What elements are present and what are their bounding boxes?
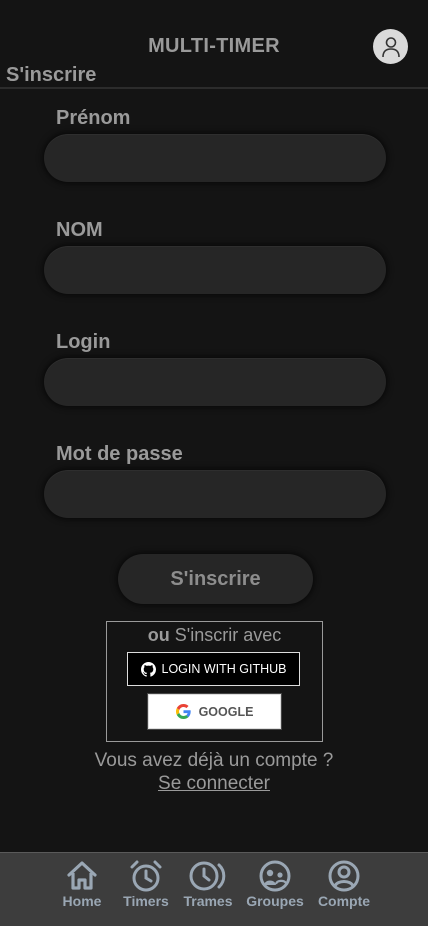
- password-input[interactable]: [44, 470, 386, 518]
- bottom-nav: Home Timers Trames Groupes Compte: [0, 852, 428, 926]
- lastname-input[interactable]: [44, 246, 386, 294]
- oauth-panel: ou S'inscrir avec LOGIN WITH GITHUB GOOG…: [106, 621, 323, 742]
- nav-timers-label: Timers: [123, 893, 169, 909]
- page-title: S'inscrire: [6, 64, 97, 86]
- firstname-input[interactable]: [44, 134, 386, 182]
- nav-groupes[interactable]: Groupes: [240, 859, 310, 909]
- nav-home[interactable]: Home: [47, 859, 117, 909]
- user-icon: [381, 36, 400, 57]
- oauth-title-text: S'inscrir avec: [169, 625, 282, 645]
- google-login-button[interactable]: GOOGLE: [147, 693, 282, 730]
- login-link[interactable]: Se connecter: [0, 773, 428, 795]
- history-icon: [189, 861, 226, 891]
- oauth-title: ou S'inscrir avec: [107, 625, 322, 646]
- nav-timers[interactable]: Timers: [111, 859, 181, 909]
- password-label: Mot de passe: [56, 443, 183, 465]
- login-label: Login: [56, 331, 111, 353]
- nav-compte[interactable]: Compte: [309, 859, 379, 909]
- login-input[interactable]: [44, 358, 386, 406]
- avatar-button[interactable]: [373, 29, 408, 64]
- already-account-text: Vous avez déjà un compte ?: [94, 750, 334, 771]
- github-login-button[interactable]: LOGIN WITH GITHUB: [127, 652, 300, 686]
- signup-submit-button[interactable]: S'inscrire: [118, 554, 313, 604]
- nav-trames[interactable]: Trames: [173, 859, 243, 909]
- nav-groupes-label: Groupes: [246, 893, 304, 909]
- home-icon: [67, 861, 97, 890]
- account-icon: [328, 860, 360, 892]
- alarm-clock-icon: [130, 860, 162, 892]
- header-bar: MULTI-TIMER S'inscrire: [0, 0, 428, 89]
- nav-compte-label: Compte: [317, 893, 371, 909]
- github-label: LOGIN WITH GITHUB: [161, 662, 287, 676]
- github-icon: [140, 661, 156, 677]
- google-icon: [175, 704, 191, 719]
- app-title: MULTI-TIMER: [148, 35, 280, 57]
- firstname-label: Prénom: [56, 107, 131, 129]
- lastname-label: NOM: [56, 219, 103, 241]
- group-icon: [259, 860, 291, 892]
- oauth-or-text: ou: [147, 625, 170, 645]
- google-label: GOOGLE: [198, 704, 254, 719]
- nav-home-label: Home: [62, 893, 102, 909]
- nav-trames-label: Trames: [183, 893, 233, 909]
